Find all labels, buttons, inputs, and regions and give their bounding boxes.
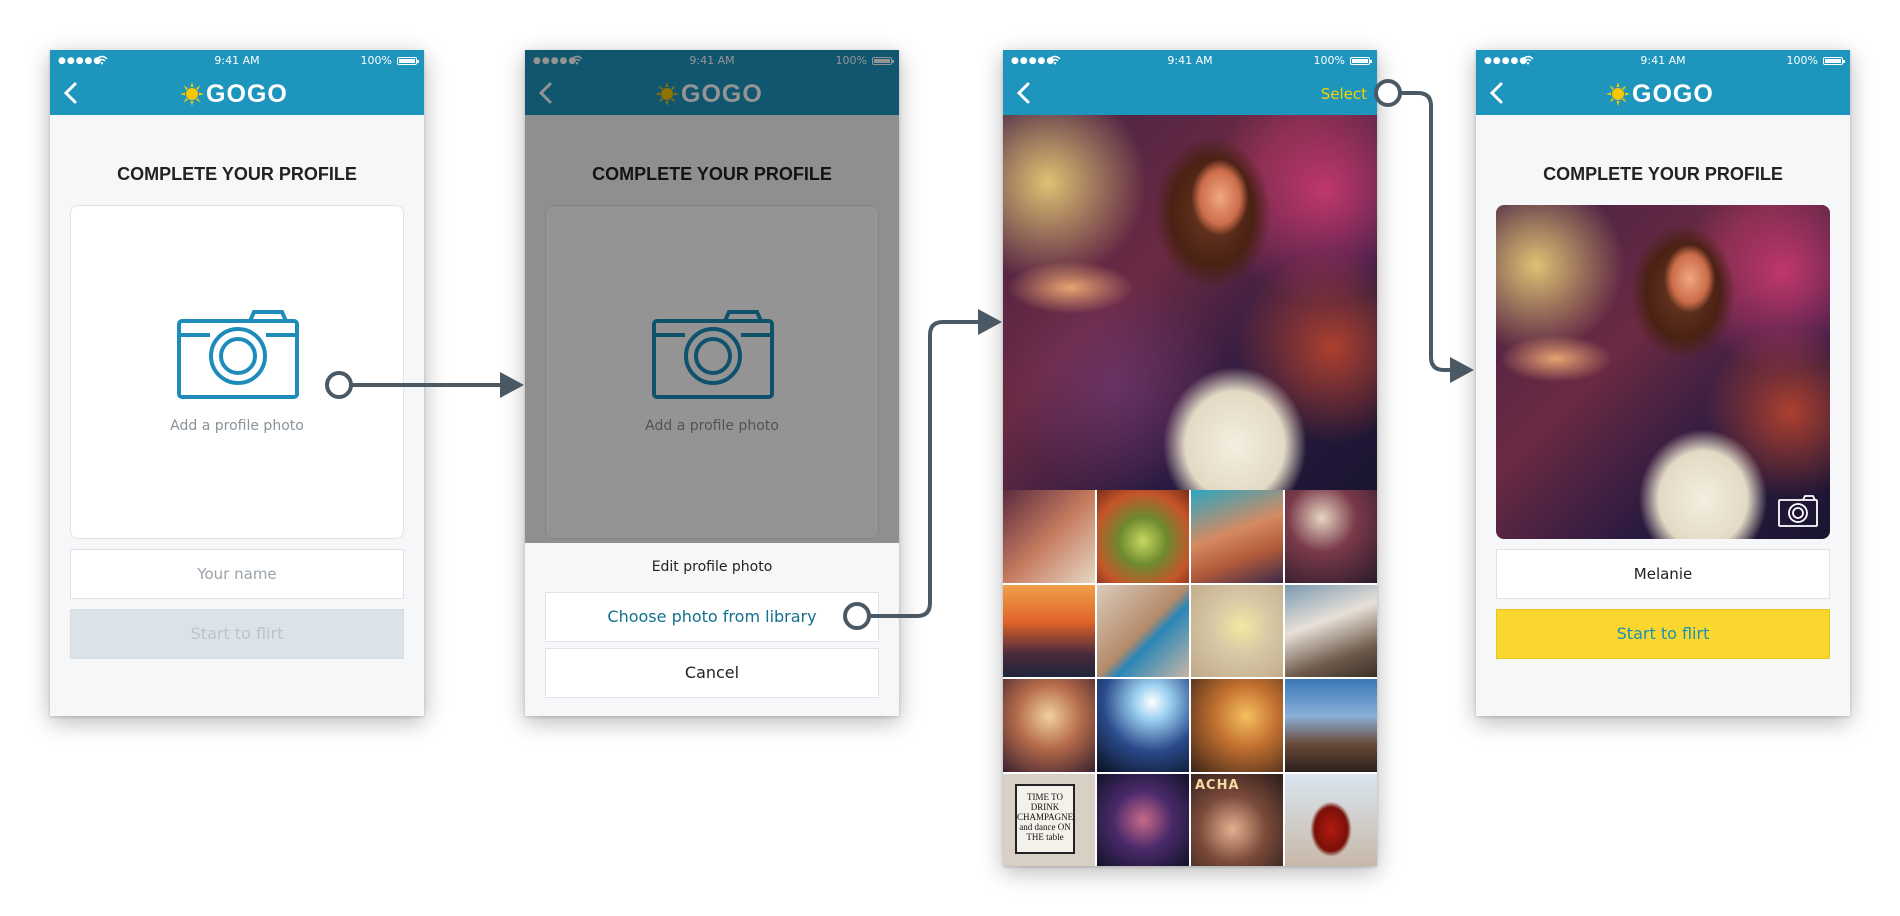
nav-header: ●●●●● 9:41 AM 100% Select <box>1003 50 1377 115</box>
status-bar: ●●●●● 9:41 AM 100% <box>1476 54 1850 68</box>
battery-percent: 100% <box>1313 54 1345 67</box>
nav-header: ●●●●● 9:41 AM 100% GOGO <box>50 50 424 115</box>
page-title: COMPLETE YOUR PROFILE <box>117 164 357 184</box>
photo-thumb[interactable]: ACHA <box>1191 773 1283 866</box>
thumb-sign-text: TIME TO DRINK CHAMPAGNE and dance ON THE… <box>1015 783 1075 854</box>
camera-small-icon[interactable] <box>1778 495 1818 527</box>
choose-from-library-button[interactable]: Choose photo from library <box>545 592 879 642</box>
back-chevron-icon[interactable] <box>1484 78 1510 108</box>
photo-thumb[interactable] <box>1191 679 1283 772</box>
cancel-button[interactable]: Cancel <box>545 648 879 698</box>
status-bar: ●●●●● 9:41 AM 100% <box>1003 54 1377 68</box>
name-input[interactable]: Your name <box>70 549 404 599</box>
photo-thumb[interactable] <box>1285 584 1377 677</box>
photo-thumb[interactable] <box>1003 490 1095 583</box>
photo-thumb[interactable] <box>1003 679 1095 772</box>
sun-logo-icon <box>1606 82 1630 106</box>
back-chevron-icon[interactable] <box>58 78 84 108</box>
back-chevron-icon[interactable] <box>1011 78 1037 108</box>
nav-header: ●●●●● 9:41 AM 100% GOGO <box>1476 50 1850 115</box>
battery-icon <box>1823 57 1845 65</box>
selected-photo-preview <box>1003 115 1377 490</box>
connector-arrow-3 <box>1400 91 1455 372</box>
thumb-neon-sign: ACHA <box>1195 777 1240 793</box>
connector-start-node <box>1374 79 1402 107</box>
arrowhead-icon <box>978 309 1002 335</box>
gogo-logo: GOGO <box>1606 80 1722 108</box>
photo-grid: TIME TO DRINK CHAMPAGNE and dance ON THE… <box>1003 490 1377 866</box>
profile-photo[interactable] <box>1496 205 1830 539</box>
add-photo-box[interactable]: Add a profile photo <box>70 205 404 539</box>
photo-thumb[interactable] <box>1191 490 1283 583</box>
start-flirt-button[interactable]: Start to flirt <box>1496 609 1830 659</box>
battery-icon <box>1350 57 1372 65</box>
select-button[interactable]: Select <box>1321 85 1367 103</box>
battery-percent: 100% <box>1786 54 1818 67</box>
screen-complete-profile-filled: ●●●●● 9:41 AM 100% GOGO COMPLETE YOUR PR… <box>1476 50 1850 716</box>
logo-text: GOGO <box>1632 80 1714 108</box>
logo-text: GOGO <box>206 80 288 108</box>
battery-percent: 100% <box>360 54 392 67</box>
arrowhead-icon <box>1450 357 1474 383</box>
photo-thumb[interactable] <box>1097 584 1189 677</box>
photo-thumb[interactable] <box>1285 679 1377 772</box>
photo-thumb[interactable] <box>1285 773 1377 866</box>
action-sheet: Edit profile photo Choose photo from lib… <box>525 543 899 716</box>
start-flirt-button-disabled[interactable]: Start to flirt <box>70 609 404 659</box>
gogo-logo: GOGO <box>180 80 296 108</box>
add-photo-caption: Add a profile photo <box>170 418 304 434</box>
screen-edit-photo-sheet: ●●●●● 9:41 AM 100% GOGO COMPLETE YOUR PR… <box>525 50 899 716</box>
photo-thumb[interactable] <box>1097 490 1189 583</box>
photo-thumb[interactable] <box>1097 773 1189 866</box>
sheet-title: Edit profile photo <box>651 559 773 575</box>
status-bar: ●●●●● 9:41 AM 100% <box>50 54 424 68</box>
sun-logo-icon <box>180 82 204 106</box>
photo-thumb[interactable] <box>1097 679 1189 772</box>
photo-thumb[interactable]: TIME TO DRINK CHAMPAGNE and dance ON THE… <box>1003 773 1095 866</box>
photo-thumb[interactable] <box>1285 490 1377 583</box>
photo-thumb[interactable] <box>1191 584 1283 677</box>
screen-photo-library: ●●●●● 9:41 AM 100% Select TIME TO DRINK … <box>1003 50 1377 866</box>
camera-icon <box>177 310 299 399</box>
photo-thumb[interactable] <box>1003 584 1095 677</box>
battery-icon <box>397 57 419 65</box>
page-title: COMPLETE YOUR PROFILE <box>1543 164 1783 184</box>
arrowhead-icon <box>500 372 524 398</box>
name-input[interactable]: Melanie <box>1496 549 1830 599</box>
screen-complete-profile-empty: ●●●●● 9:41 AM 100% GOGO COMPLETE YOUR PR… <box>50 50 424 716</box>
